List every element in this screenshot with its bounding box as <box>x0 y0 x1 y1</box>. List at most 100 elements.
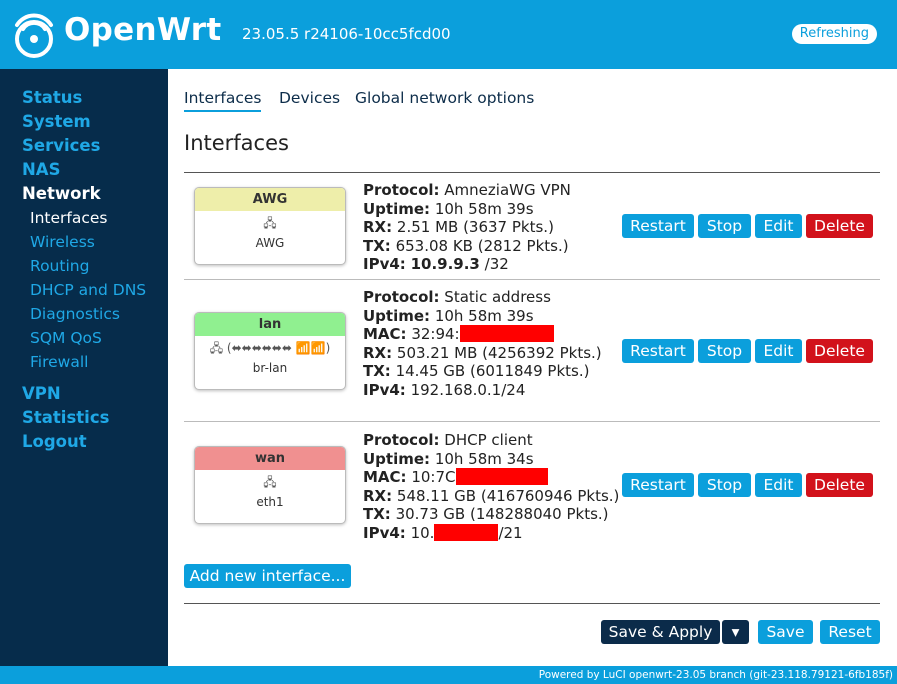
protocol-value: Static address <box>444 288 551 306</box>
rx-label: RX: <box>363 486 393 505</box>
row-divider <box>184 279 880 280</box>
add-interface-button[interactable]: Add new interface... <box>184 564 351 588</box>
bridge-ports-icon: 🖧 (⬌⬌⬌⬌⬌⬌ 📶📶) <box>209 341 331 355</box>
ipv4-label: IPv4: <box>363 255 406 273</box>
tx-label: TX: <box>363 236 391 255</box>
mac-label: MAC: <box>363 468 407 486</box>
interface-info-lan: Protocol: Static address Uptime: 10h 58m… <box>363 288 602 399</box>
row-divider <box>184 421 880 422</box>
redaction-box <box>434 523 499 541</box>
tab-devices[interactable]: Devices <box>279 88 340 110</box>
redaction-box <box>459 325 554 342</box>
uptime-value: 10h 58m 34s <box>434 449 534 468</box>
uptime-value: 10h 58m 39s <box>434 306 534 325</box>
sidebar-item-dhcp-dns[interactable]: DHCP and DNS <box>30 278 146 302</box>
interface-info-awg: Protocol: AmneziaWG VPN Uptime: 10h 58m … <box>363 181 571 274</box>
page-title: Interfaces <box>184 131 289 155</box>
uptime-label: Uptime: <box>363 449 431 468</box>
ipv4-address: 10.9.9.3 <box>410 255 480 273</box>
table-top-divider <box>184 172 880 173</box>
openwrt-logo-icon <box>15 13 53 58</box>
sidebar-item-services[interactable]: Services <box>22 134 100 158</box>
rx-value: 503.21 MB (4256392 Pkts.) <box>396 343 602 362</box>
ipv4-mask: /32 <box>484 255 509 273</box>
delete-button[interactable]: Delete <box>806 473 873 497</box>
protocol-label: Protocol: <box>363 431 440 449</box>
sidebar-item-firewall[interactable]: Firewall <box>30 350 88 374</box>
tx-value: 30.73 GB (148288040 Pkts.) <box>395 505 609 523</box>
sidebar-item-wireless[interactable]: Wireless <box>30 230 95 254</box>
refresh-indicator[interactable]: Refreshing <box>791 24 877 44</box>
tx-label: TX: <box>363 505 391 523</box>
save-apply-button[interactable]: Save & Apply <box>601 620 720 644</box>
rx-value: 548.11 GB (416760946 Pkts.) <box>396 486 620 505</box>
mac-value: 32:94: <box>411 325 460 343</box>
edit-button[interactable]: Edit <box>755 214 802 238</box>
mac-label: MAC: <box>363 325 407 343</box>
interface-badge-lan: lan 🖧 (⬌⬌⬌⬌⬌⬌ 📶📶) br-lan <box>194 312 346 390</box>
interface-name: AWG <box>195 188 345 211</box>
uptime-label: Uptime: <box>363 306 431 325</box>
interface-device: eth1 <box>256 495 284 509</box>
ethernet-port-icon: 🖧 <box>263 216 277 230</box>
ipv4-label: IPv4: <box>363 523 406 542</box>
save-apply-dropdown-button[interactable]: ▾ <box>722 620 749 644</box>
restart-button[interactable]: Restart <box>622 473 694 497</box>
interface-device: AWG <box>255 236 285 250</box>
tab-interfaces[interactable]: Interfaces <box>184 88 262 112</box>
sidebar-item-sqm-qos[interactable]: SQM QoS <box>30 326 102 350</box>
sidebar-item-nas[interactable]: NAS <box>22 158 60 182</box>
protocol-label: Protocol: <box>363 181 440 199</box>
brand-title: OpenWrt <box>64 12 222 48</box>
interface-info-wan: Protocol: DHCP client Uptime: 10h 58m 34… <box>363 431 619 542</box>
ipv4-mask: /21 <box>498 523 523 542</box>
sidebar-item-status[interactable]: Status <box>22 86 82 110</box>
tx-value: 14.45 GB (6011849 Pkts.) <box>395 362 590 380</box>
interface-name: lan <box>195 313 345 336</box>
protocol-value: AmneziaWG VPN <box>444 181 571 199</box>
edit-button[interactable]: Edit <box>755 473 802 497</box>
edit-button[interactable]: Edit <box>755 339 802 363</box>
rx-value: 2.51 MB (3637 Pkts.) <box>396 218 554 236</box>
sidebar-item-logout[interactable]: Logout <box>22 430 87 454</box>
mac-value: 10:7C <box>411 468 456 486</box>
actions-divider <box>184 603 880 604</box>
interface-badge-awg: AWG 🖧 AWG <box>194 187 346 265</box>
save-button[interactable]: Save <box>758 620 813 644</box>
uptime-label: Uptime: <box>363 199 431 218</box>
uptime-value: 10h 58m 39s <box>434 199 534 218</box>
footer: Powered by LuCI openwrt-23.05 branch (gi… <box>0 666 897 684</box>
tx-label: TX: <box>363 362 391 380</box>
stop-button[interactable]: Stop <box>698 473 751 497</box>
delete-button[interactable]: Delete <box>806 214 873 238</box>
rx-label: RX: <box>363 343 393 362</box>
tab-global-network-options[interactable]: Global network options <box>355 88 534 110</box>
stop-button[interactable]: Stop <box>698 214 751 238</box>
ipv4-prefix: 10. <box>410 523 435 542</box>
restart-button[interactable]: Restart <box>622 339 694 363</box>
sidebar-item-routing[interactable]: Routing <box>30 254 89 278</box>
rx-label: RX: <box>363 218 393 236</box>
interface-badge-wan: wan 🖧 eth1 <box>194 446 346 524</box>
header-bar: OpenWrt 23.05.5 r24106-10cc5fcd00 Refres… <box>0 0 897 69</box>
protocol-label: Protocol: <box>363 288 440 306</box>
sidebar-item-vpn[interactable]: VPN <box>22 382 61 406</box>
interface-name: wan <box>195 447 345 470</box>
sidebar-item-diagnostics[interactable]: Diagnostics <box>30 302 120 326</box>
sidebar: Status System Services NAS Network Inter… <box>0 69 168 666</box>
redaction-box <box>455 468 548 485</box>
sidebar-item-statistics[interactable]: Statistics <box>22 406 109 430</box>
restart-button[interactable]: Restart <box>622 214 694 238</box>
ethernet-port-icon: 🖧 <box>263 475 277 489</box>
sidebar-item-network[interactable]: Network <box>22 182 101 206</box>
protocol-value: DHCP client <box>444 431 533 449</box>
sidebar-item-system[interactable]: System <box>22 110 91 134</box>
ipv4-label: IPv4: <box>363 380 406 399</box>
firmware-version: 23.05.5 r24106-10cc5fcd00 <box>242 25 451 43</box>
tx-value: 653.08 KB (2812 Pkts.) <box>395 236 569 255</box>
sidebar-item-interfaces[interactable]: Interfaces <box>30 206 107 230</box>
ipv4-value: 192.168.0.1/24 <box>410 380 526 399</box>
stop-button[interactable]: Stop <box>698 339 751 363</box>
reset-button[interactable]: Reset <box>820 620 880 644</box>
delete-button[interactable]: Delete <box>806 339 873 363</box>
